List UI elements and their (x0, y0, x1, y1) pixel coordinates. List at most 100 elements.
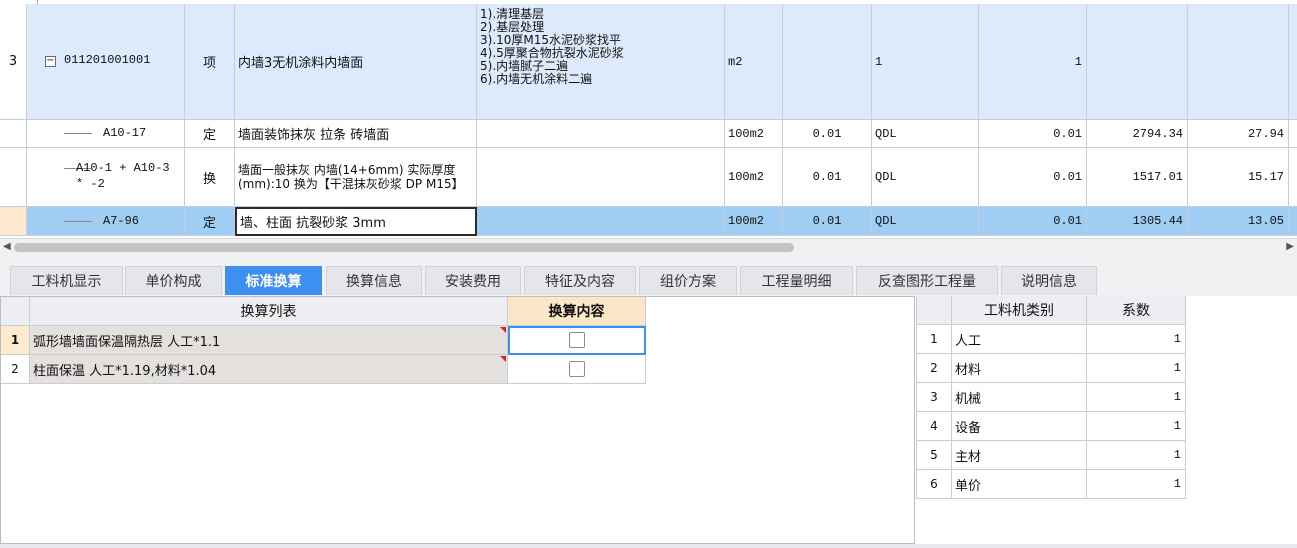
total-cell[interactable]: 13.05 (1188, 207, 1289, 236)
tab-pricing-scheme[interactable]: 组价方案 (639, 266, 737, 295)
type-cell[interactable]: 换 (185, 148, 235, 207)
formula-cell[interactable]: QDL (872, 207, 979, 236)
tab-bar: 工料机显示 单价构成 标准换算 换算信息 安装费用 特征及内容 组价方案 工程量… (0, 256, 1297, 296)
qty-expr-cell[interactable] (783, 4, 872, 120)
total-cell[interactable] (1188, 4, 1289, 120)
total-cell[interactable]: 15.17 (1188, 148, 1289, 207)
features-cell[interactable] (477, 148, 725, 207)
row-number: 6 (916, 470, 952, 499)
factor-cell[interactable]: 1 (1087, 383, 1186, 412)
tab-installation-fee[interactable]: 安装费用 (425, 266, 521, 295)
tab-reverse-graphic-quantity[interactable]: 反查图形工程量 (856, 266, 998, 295)
conversion-list-header: 换算列表 (30, 297, 508, 326)
coefficient-panel: 工料机类别 系数 1 人工 1 2 材料 1 3 机械 1 4 设备 1 5 主… (916, 296, 1297, 544)
factor-cell[interactable]: 1 (1087, 470, 1186, 499)
name-cell[interactable]: 内墙3无机涂料内墙面 (235, 4, 477, 120)
quota-code: A10-17 (103, 126, 147, 140)
scroll-thumb[interactable] (14, 243, 794, 252)
quota-code: A7-96 (103, 214, 140, 228)
unit-cell[interactable]: 100m2 (725, 148, 783, 207)
features-cell[interactable]: 1).清理基层 2).基层处理 3).10厚M15水泥砂浆找平 4).5厚聚合物… (477, 4, 725, 120)
quantity-cell[interactable]: 0.01 (979, 148, 1087, 207)
table-row-selected[interactable]: A7-96 定 墙、柱面 抗裂砂浆 3mm 100m2 0.01 QDL 0.0… (0, 207, 1297, 236)
table-row[interactable]: 3 − 011201001001 项 内墙3无机涂料内墙面 1).清理基层 2)… (0, 4, 1297, 120)
formula-cell[interactable]: QDL (872, 148, 979, 207)
name-cell-editing[interactable]: 墙、柱面 抗裂砂浆 3mm (235, 207, 477, 236)
tab-unit-price-composition[interactable]: 单价构成 (125, 266, 222, 295)
conversion-checkbox[interactable] (568, 361, 585, 377)
type-cell[interactable]: 定 (185, 120, 235, 148)
factor-cell[interactable]: 1 (1087, 354, 1186, 383)
conversion-checkbox-cell[interactable] (508, 326, 646, 355)
code-cell[interactable]: A10-1 + A10-3 * -2 (27, 148, 185, 207)
row-number: 2 (916, 354, 952, 383)
unit-cell[interactable]: m2 (725, 4, 783, 120)
unit-price-cell[interactable] (1087, 4, 1188, 120)
features-cell[interactable] (477, 120, 725, 148)
qty-expr-cell[interactable]: 0.01 (783, 148, 872, 207)
factor-cell[interactable]: 1 (1087, 325, 1186, 354)
horizontal-scrollbar[interactable]: ◀ ▶ (0, 238, 1297, 256)
row-number: 3 (916, 383, 952, 412)
scroll-left-icon[interactable]: ◀ (3, 241, 11, 252)
category-cell[interactable]: 人工 (952, 325, 1087, 354)
qty-expr-cell[interactable]: 0.01 (783, 207, 872, 236)
row-number (0, 120, 27, 148)
unit-price-cell[interactable]: 1517.01 (1087, 148, 1188, 207)
comment-marker-icon (500, 356, 506, 362)
code-cell[interactable]: − 011201001001 (27, 4, 185, 120)
unit-cell[interactable]: 100m2 (725, 207, 783, 236)
code-cell[interactable]: A7-96 (27, 207, 185, 236)
unit-cell[interactable]: 100m2 (725, 120, 783, 148)
comment-marker-icon (500, 327, 506, 333)
quantity-cell[interactable]: 1 (979, 4, 1087, 120)
name-cell[interactable]: 墙面一般抹灰 内墙(14+6mm) 实际厚度(mm):10 换为【干混抹灰砂浆 … (235, 148, 477, 207)
qty-expr-cell[interactable]: 0.01 (783, 120, 872, 148)
quota-code: A10-1 + A10-3 * -2 (76, 161, 170, 191)
tab-labor-material-machine[interactable]: 工料机显示 (10, 266, 123, 295)
category-cell[interactable]: 材料 (952, 354, 1087, 383)
type-cell[interactable]: 定 (185, 207, 235, 236)
unit-price-cell[interactable]: 1305.44 (1087, 207, 1188, 236)
category-cell[interactable]: 单价 (952, 470, 1087, 499)
unit-price-cell[interactable]: 2794.34 (1087, 120, 1188, 148)
tab-standard-conversion[interactable]: 标准换算 (225, 266, 322, 295)
conversion-checkbox-cell[interactable] (508, 355, 646, 384)
conversion-checkbox[interactable] (568, 332, 585, 348)
table-row[interactable]: A10-17 定 墙面装饰抹灰 拉条 砖墙面 100m2 0.01 QDL 0.… (0, 120, 1297, 148)
type-cell[interactable]: 项 (185, 4, 235, 120)
quantity-cell[interactable]: 0.01 (979, 207, 1087, 236)
name-cell[interactable]: 墙面装饰抹灰 拉条 砖墙面 (235, 120, 477, 148)
row-number: 5 (916, 441, 952, 470)
code-cell[interactable]: A10-17 (27, 120, 185, 148)
category-cell[interactable]: 主材 (952, 441, 1087, 470)
category-cell[interactable]: 机械 (952, 383, 1087, 412)
row-number: 2 (1, 355, 30, 384)
filler-cell (1289, 207, 1297, 236)
tab-quantity-details[interactable]: 工程量明细 (740, 266, 853, 295)
factor-cell[interactable]: 1 (1087, 412, 1186, 441)
scroll-right-icon[interactable]: ▶ (1286, 241, 1294, 252)
factor-cell[interactable]: 1 (1087, 441, 1186, 470)
row-number: 3 (0, 4, 27, 120)
category-cell[interactable]: 设备 (952, 412, 1087, 441)
filler-cell (1289, 148, 1297, 207)
formula-cell[interactable]: 1 (872, 4, 979, 120)
corner-header (916, 296, 952, 325)
collapse-icon[interactable]: − (45, 56, 56, 67)
table-row[interactable]: A10-1 + A10-3 * -2 换 墙面一般抹灰 内墙(14+6mm) 实… (0, 148, 1297, 207)
quantity-cell[interactable]: 0.01 (979, 120, 1087, 148)
filler-cell (1289, 120, 1297, 148)
row-number: 1 (1, 326, 30, 355)
tab-description-info[interactable]: 说明信息 (1001, 266, 1097, 295)
filler-cell (1289, 4, 1297, 120)
features-cell[interactable] (477, 207, 725, 236)
tab-features-content[interactable]: 特征及内容 (524, 266, 636, 295)
formula-cell[interactable]: QDL (872, 120, 979, 148)
factor-header: 系数 (1087, 296, 1186, 325)
conversion-item-text: 弧形墙墙面保温隔热层 人工*1.1 (30, 326, 508, 355)
tab-conversion-info[interactable]: 换算信息 (326, 266, 422, 295)
row-number (0, 148, 27, 207)
total-cell[interactable]: 27.94 (1188, 120, 1289, 148)
row-number: 1 (916, 325, 952, 354)
